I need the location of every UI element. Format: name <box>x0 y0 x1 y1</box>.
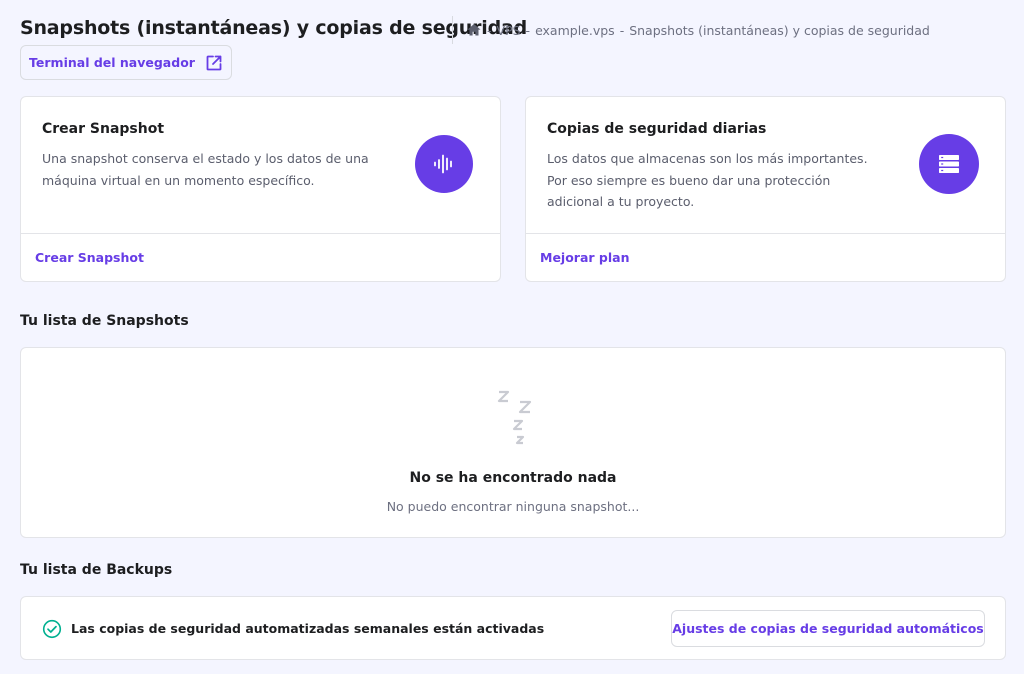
breadcrumb-item-server[interactable]: example.vps <box>535 23 615 38</box>
breadcrumb-separator: - <box>619 22 625 38</box>
automatic-backup-settings-button[interactable]: Ajustes de copias de seguridad automátic… <box>671 610 985 647</box>
automatic-backup-settings-label: Ajustes de copias de seguridad automátic… <box>672 621 984 636</box>
card-divider <box>526 233 1005 234</box>
create-snapshot-title: Crear Snapshot <box>42 121 165 137</box>
backups-panel: Las copias de seguridad automatizadas se… <box>20 596 1006 660</box>
create-snapshot-card: Crear Snapshot Una snapshot conserva el … <box>20 96 501 282</box>
browser-terminal-button[interactable]: Terminal del navegador <box>20 45 232 80</box>
snapshots-empty-state: No se ha encontrado nada No puedo encont… <box>20 347 1006 538</box>
upgrade-plan-link[interactable]: Mejorar plan <box>540 250 629 265</box>
browser-terminal-label: Terminal del navegador <box>29 55 195 70</box>
check-circle-icon <box>42 619 62 639</box>
breadcrumb-item-vps[interactable]: VPS <box>497 23 521 38</box>
external-link-icon <box>206 55 222 70</box>
page-title: Snapshots (instantáneas) y copias de seg… <box>20 17 528 39</box>
breadcrumb-separator: - <box>487 22 492 38</box>
sleep-zzz-icon <box>497 390 532 445</box>
create-snapshot-link[interactable]: Crear Snapshot <box>35 250 144 265</box>
server-stack-icon <box>919 134 979 194</box>
home-icon[interactable] <box>466 22 482 38</box>
header-divider <box>452 16 453 44</box>
backup-status-text: Las copias de seguridad automatizadas se… <box>71 621 545 636</box>
breadcrumb-separator: - <box>525 22 531 38</box>
card-divider <box>21 233 500 234</box>
empty-state-title: No se ha encontrado nada <box>409 470 617 486</box>
daily-backups-description: Los datos que almacenas son los más impo… <box>547 151 868 209</box>
daily-backups-title: Copias de seguridad diarias <box>547 121 767 137</box>
breadcrumb-item-current: Snapshots (instantáneas) y copias de seg… <box>629 22 930 38</box>
audio-wave-icon <box>415 135 473 193</box>
snapshots-section-title: Tu lista de Snapshots <box>20 313 189 329</box>
empty-state-description: No puedo encontrar ninguna snapshot... <box>386 499 640 514</box>
breadcrumb: - VPS - example.vps - Snapshots (instant… <box>466 22 930 38</box>
backups-section-title: Tu lista de Backups <box>20 562 173 578</box>
page: Snapshots (instantáneas) y copias de seg… <box>0 0 1024 674</box>
daily-backups-card: Copias de seguridad diarias Los datos qu… <box>525 96 1006 282</box>
create-snapshot-description: Una snapshot conserva el estado y los da… <box>42 151 369 188</box>
